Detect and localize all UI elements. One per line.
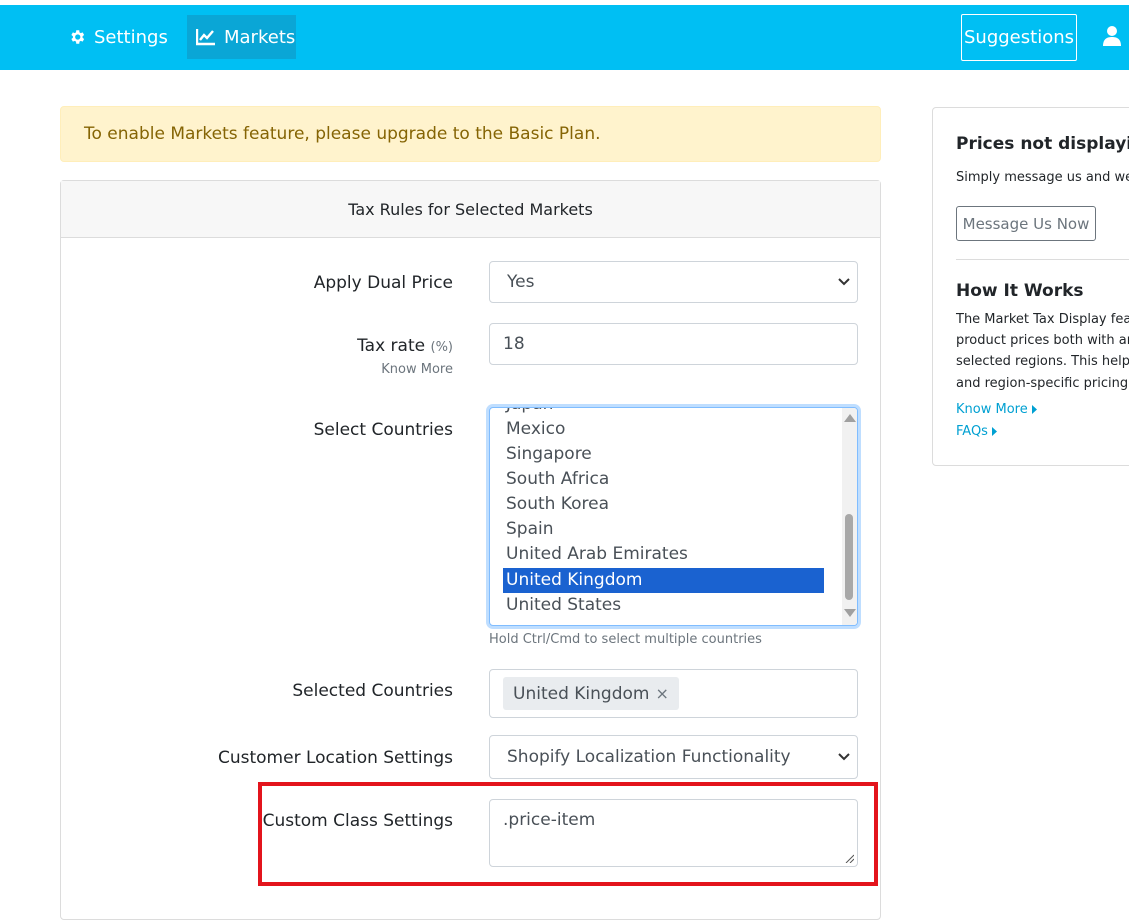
country-option[interactable]: South Korea — [503, 492, 824, 517]
how-it-works-title: How It Works — [956, 281, 1084, 301]
customer-location-value: Shopify Localization Functionality — [507, 747, 791, 767]
country-option-selected[interactable]: United Kingdom — [503, 568, 824, 593]
tax-rate-value: 18 — [503, 334, 525, 354]
upgrade-alert-text: To enable Markets feature, please upgrad… — [84, 124, 601, 144]
nav-settings[interactable]: Settings — [68, 15, 178, 59]
top-navbar: Settings Markets Suggestions — [0, 0, 1129, 70]
sidebar-faqs-link[interactable]: FAQs — [956, 424, 997, 439]
user-icon[interactable] — [1103, 26, 1121, 50]
caret-right-icon — [1031, 405, 1037, 414]
country-tag-label: United Kingdom — [513, 683, 650, 704]
top-strip — [0, 0, 1129, 5]
sidebar-know-more-link[interactable]: Know More — [956, 402, 1037, 417]
nav-markets[interactable]: Markets — [187, 15, 296, 59]
country-tag: United Kingdom × — [503, 677, 679, 710]
suggestions-button[interactable]: Suggestions — [961, 14, 1077, 61]
upgrade-alert: To enable Markets feature, please upgrad… — [60, 106, 881, 162]
country-option[interactable]: Japan — [503, 408, 824, 417]
select-countries-label: Select Countries — [313, 420, 453, 440]
scrollbar-thumb[interactable] — [845, 514, 853, 600]
nav-markets-label: Markets — [224, 26, 296, 48]
scroll-up-arrow-icon[interactable] — [844, 413, 856, 422]
know-more-link-label: Know More — [956, 402, 1028, 417]
caret-right-icon — [991, 427, 997, 436]
sidebar-divider — [956, 259, 1129, 260]
countries-hint: Hold Ctrl/Cmd to select multiple countri… — [489, 632, 762, 647]
countries-listbox[interactable]: Japan Mexico Singapore South Africa Sout… — [489, 407, 858, 626]
card-header: Tax Rules for Selected Markets — [61, 181, 880, 238]
faqs-link-label: FAQs — [956, 424, 988, 439]
country-option[interactable]: South Africa — [503, 467, 824, 492]
prices-title: Prices not displaying — [956, 134, 1129, 154]
selected-countries-box[interactable]: United Kingdom × — [489, 669, 858, 718]
chevron-down-icon — [838, 753, 850, 761]
remove-tag-icon[interactable]: × — [655, 684, 668, 703]
apply-dual-price-value: Yes — [507, 272, 535, 292]
tax-rate-unit: (%) — [430, 340, 454, 355]
apply-dual-price-label: Apply Dual Price — [313, 273, 453, 293]
tax-rate-label: Tax rate (%) — [357, 336, 453, 356]
country-option[interactable]: United States — [503, 593, 824, 618]
card-title: Tax Rules for Selected Markets — [348, 199, 593, 219]
listbox-scrollbar[interactable] — [842, 408, 857, 625]
how-line: product prices both with an — [956, 333, 1129, 348]
nav-settings-label: Settings — [94, 26, 168, 48]
help-sidebar: Prices not displaying Simply message us … — [932, 107, 1129, 466]
how-line: The Market Tax Display feat — [956, 312, 1129, 327]
country-option[interactable]: Singapore — [503, 442, 824, 467]
customer-location-select[interactable]: Shopify Localization Functionality — [489, 735, 858, 779]
chevron-down-icon — [838, 278, 850, 286]
message-us-button[interactable]: Message Us Now — [956, 206, 1096, 241]
customer-location-label: Customer Location Settings — [217, 748, 453, 768]
country-option[interactable]: United Arab Emirates — [503, 542, 824, 567]
highlight-box — [258, 782, 878, 886]
prices-text: Simply message us and we — [956, 170, 1129, 185]
country-option[interactable]: Mexico — [503, 417, 824, 442]
country-option[interactable]: Spain — [503, 517, 824, 542]
gear-icon — [71, 30, 85, 44]
how-line: and region-specific pricing — [956, 376, 1129, 391]
selected-countries-label: Selected Countries — [292, 681, 453, 701]
tax-rate-label-text: Tax rate — [357, 336, 426, 356]
line-chart-icon — [196, 29, 215, 46]
how-line: selected regions. This helps — [956, 354, 1129, 369]
apply-dual-price-select[interactable]: Yes — [489, 261, 858, 303]
tax-rate-input[interactable]: 18 — [489, 323, 858, 365]
tax-rate-know-more-link[interactable]: Know More — [381, 362, 453, 377]
scroll-down-arrow-icon[interactable] — [844, 609, 856, 618]
